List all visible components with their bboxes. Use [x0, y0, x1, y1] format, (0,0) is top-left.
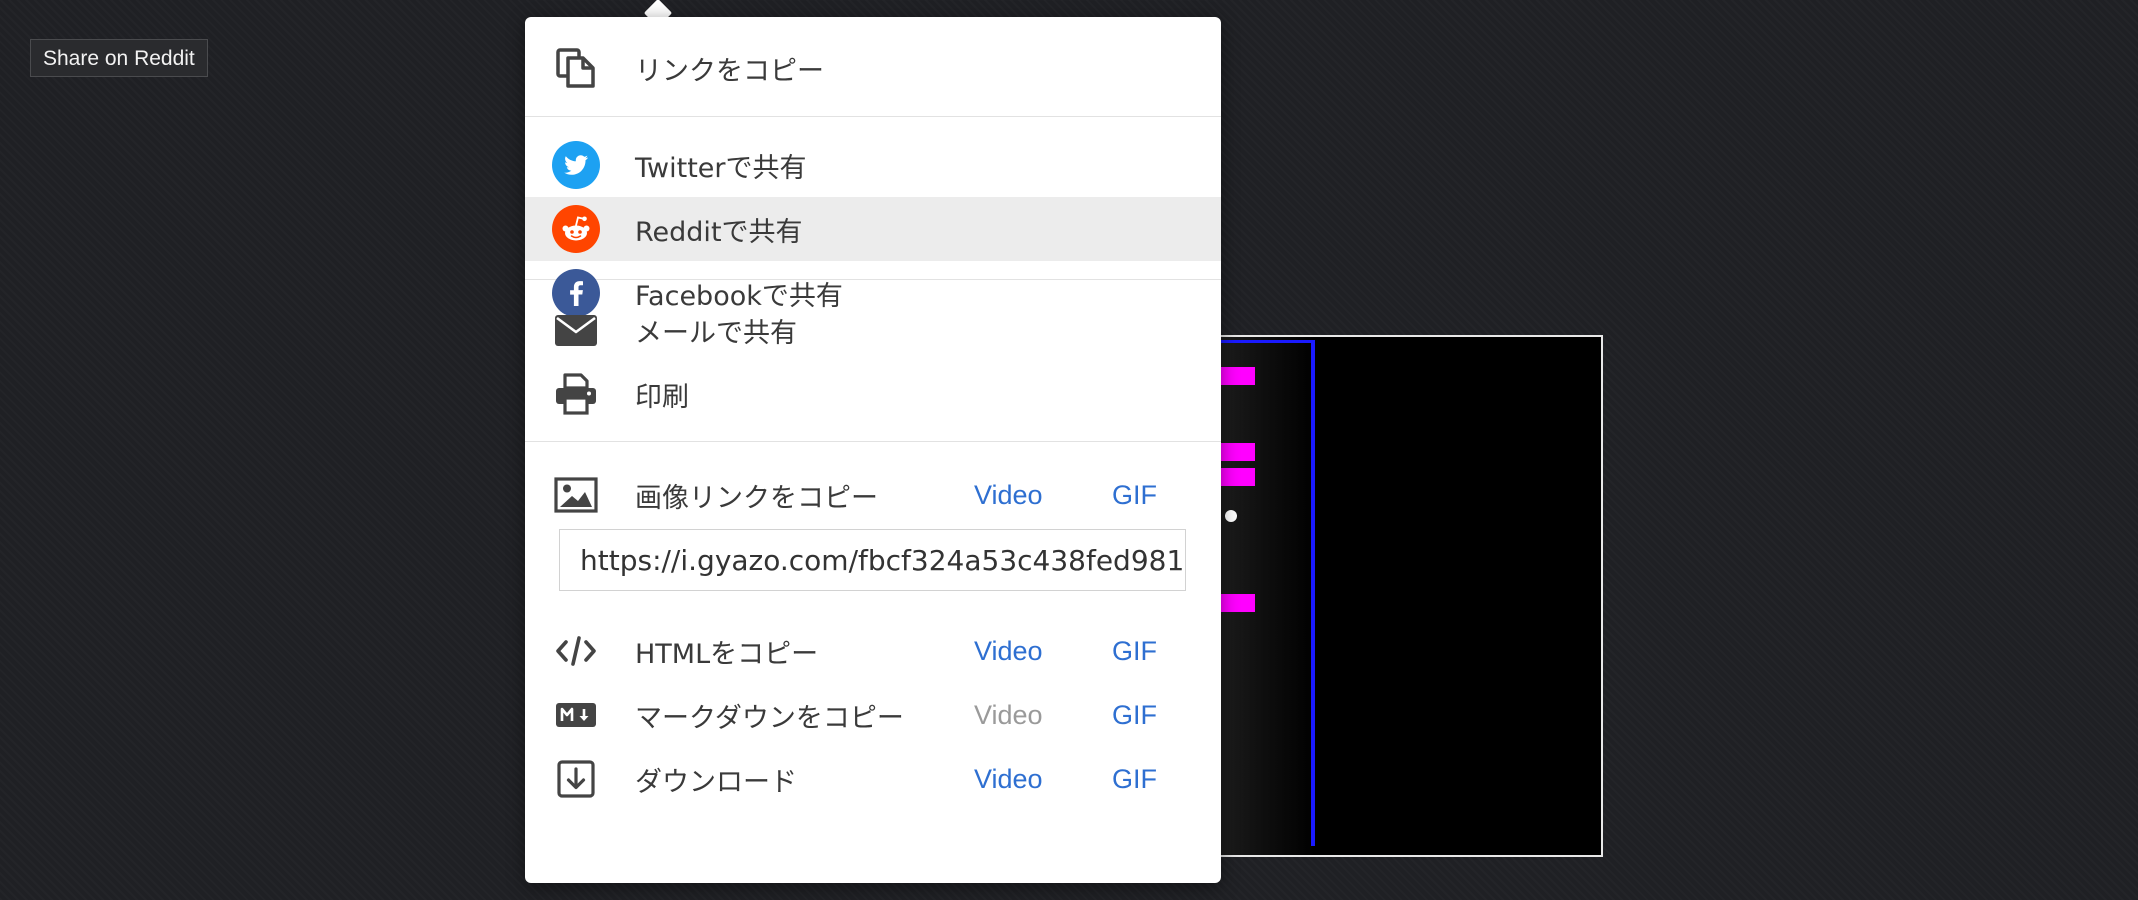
download-item: ダウンロード Video GIF: [525, 747, 1221, 811]
download-video-link[interactable]: Video: [974, 764, 1043, 795]
download-gif-link[interactable]: GIF: [1112, 764, 1157, 795]
download-icon: [549, 752, 603, 806]
markdown-video-link-disabled: Video: [974, 699, 1043, 730]
print-item[interactable]: 印刷: [525, 362, 1221, 426]
copy-link-label: リンクをコピー: [635, 55, 824, 87]
preview-white-dot: [1225, 510, 1237, 522]
social-share-section: Twitterで共有 Redditで共有 Facebookで共有: [525, 117, 1221, 317]
copy-icon: [549, 41, 603, 95]
reddit-icon: [549, 202, 603, 256]
copy-link-item[interactable]: リンクをコピー: [525, 36, 1221, 100]
image-link-video-link[interactable]: Video: [974, 480, 1043, 511]
copy-html-item: HTMLをコピー Video GIF: [525, 619, 1221, 683]
gyazo-preview-image: [1180, 335, 1603, 857]
share-twitter-item[interactable]: Twitterで共有: [525, 133, 1221, 197]
share-menu: リンクをコピー Twitterで共有 Redditで共有 Facebookで共有…: [525, 17, 1221, 883]
printer-icon: [549, 367, 603, 421]
share-reddit-item[interactable]: Redditで共有: [525, 197, 1221, 261]
copy-image-link-label: 画像リンクをコピー: [635, 482, 878, 514]
copy-markdown-label: マークダウンをコピー: [635, 702, 904, 734]
copy-formats-section: 画像リンクをコピー Video GIF HTMLをコピー Video GIF: [525, 442, 1221, 811]
copy-markdown-item: マークダウンをコピー Video GIF: [525, 683, 1221, 747]
copy-html-label: HTMLをコピー: [635, 638, 819, 670]
preview-blue-line: [1311, 340, 1315, 846]
tooltip-share-on-reddit: Share on Reddit: [30, 39, 208, 77]
image-icon: [549, 468, 603, 522]
mail-print-section: メールで共有 印刷: [525, 280, 1221, 442]
download-label: ダウンロード: [635, 766, 797, 798]
share-mail-item[interactable]: メールで共有: [525, 298, 1221, 362]
copy-image-link-item: 画像リンクをコピー Video GIF: [525, 463, 1221, 527]
print-label: 印刷: [635, 381, 689, 413]
image-link-gif-link[interactable]: GIF: [1112, 480, 1157, 511]
share-mail-label: メールで共有: [635, 317, 797, 349]
markdown-icon: [549, 688, 603, 742]
code-icon: [549, 624, 603, 678]
mail-icon: [549, 303, 603, 357]
twitter-icon: [549, 138, 603, 192]
image-url-input[interactable]: [580, 543, 1185, 577]
copy-link-section: リンクをコピー: [525, 17, 1221, 117]
share-reddit-label: Redditで共有: [635, 216, 803, 248]
html-gif-link[interactable]: GIF: [1112, 636, 1157, 667]
html-video-link[interactable]: Video: [974, 636, 1043, 667]
markdown-gif-link[interactable]: GIF: [1112, 700, 1157, 731]
image-url-field[interactable]: [559, 529, 1186, 591]
share-twitter-label: Twitterで共有: [635, 152, 807, 184]
